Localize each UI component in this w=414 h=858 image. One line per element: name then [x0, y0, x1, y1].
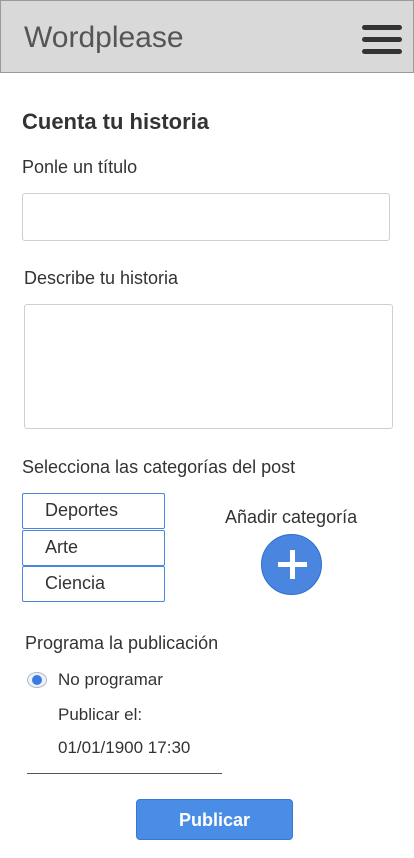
publish-button[interactable]: Publicar: [136, 799, 293, 840]
title-label: Ponle un título: [22, 157, 138, 177]
publish-datetime-field[interactable]: 01/01/1900 17:30: [58, 738, 190, 758]
publish-on-label: Publicar el:: [58, 705, 143, 724]
menu-line: [362, 37, 402, 42]
menu-line: [362, 25, 402, 30]
plus-icon: [290, 550, 295, 579]
story-textarea[interactable]: [24, 304, 393, 429]
radio-dot: [32, 675, 42, 685]
menu-line: [362, 49, 402, 54]
add-category-button[interactable]: [261, 534, 322, 595]
title-input[interactable]: [22, 193, 390, 241]
datetime-underline: [27, 773, 222, 774]
hamburger-menu-icon[interactable]: [362, 25, 402, 55]
categories-label: Selecciona las categorías del post: [22, 457, 296, 477]
category-arte[interactable]: Arte: [22, 530, 165, 566]
add-category-label: Añadir categoría: [225, 507, 358, 527]
form-heading: Cuenta tu historia: [22, 109, 210, 134]
story-label: Describe tu historia: [24, 268, 179, 288]
category-ciencia[interactable]: Ciencia: [22, 566, 165, 602]
category-deportes[interactable]: Deportes: [22, 493, 165, 529]
app-title: Wordplease: [24, 21, 184, 54]
no-schedule-label: No programar: [58, 670, 163, 689]
app-bar: Wordplease: [0, 0, 414, 73]
no-schedule-radio[interactable]: [27, 672, 47, 688]
schedule-label: Programa la publicación: [25, 633, 219, 653]
